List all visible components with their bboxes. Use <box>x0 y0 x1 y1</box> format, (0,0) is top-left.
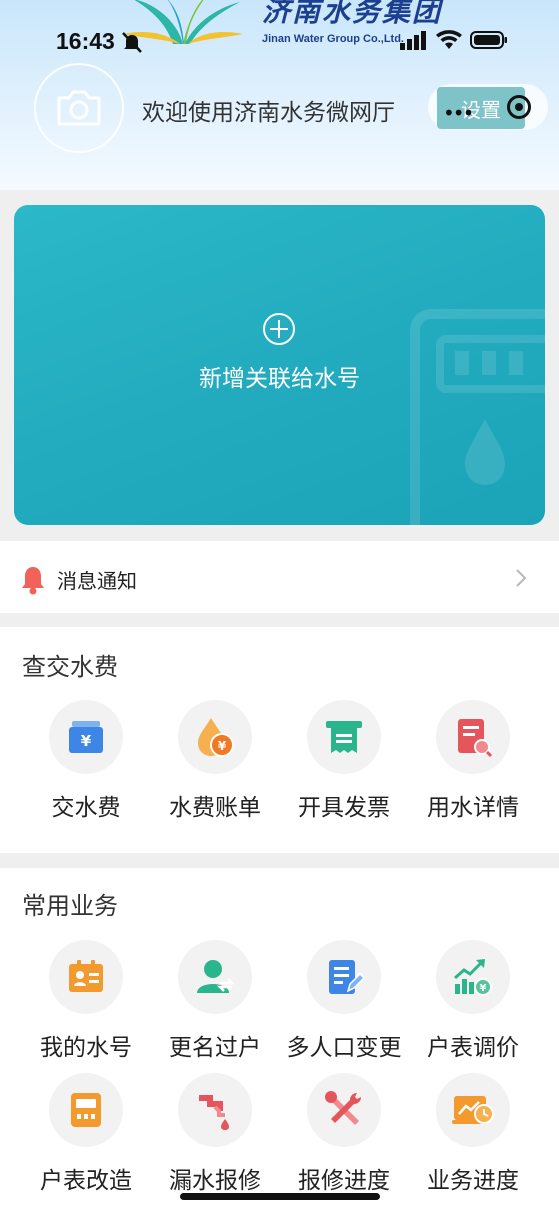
camera-icon <box>57 90 101 126</box>
business-section: 常用业务 我的水号 更名过户 多人口变更 ¥ 户表调价 户表改造 漏水报修 报修… <box>0 868 559 1213</box>
household-change-button[interactable]: 多人口变更 <box>279 940 409 1062</box>
add-circle-icon <box>263 313 295 345</box>
svg-text:¥: ¥ <box>218 739 227 753</box>
icon-background <box>307 700 381 774</box>
id-card-icon <box>69 960 103 992</box>
svg-text:¥: ¥ <box>480 983 487 994</box>
avatar[interactable] <box>34 63 124 153</box>
item-label: 水费账单 <box>169 795 261 821</box>
item-label: 用水详情 <box>427 795 519 821</box>
welcome-text: 欢迎使用济南水务微网厅 <box>142 100 395 126</box>
cellular-signal-icon <box>400 31 426 50</box>
business-progress-button[interactable]: 业务进度 <box>408 1073 538 1195</box>
item-label: 开具发票 <box>298 795 390 821</box>
issue-invoice-button[interactable]: 开具发票 <box>279 700 409 822</box>
add-account-label: 新增关联给水号 <box>199 366 360 392</box>
user-transfer-icon <box>197 960 236 993</box>
icon-background: ¥ <box>178 700 252 774</box>
invoice-icon <box>326 721 362 753</box>
home-indicator[interactable] <box>180 1193 380 1200</box>
item-label: 更名过户 <box>169 1035 261 1061</box>
meter-price-adjust-button[interactable]: ¥ 户表调价 <box>408 940 538 1062</box>
section-title: 常用业务 <box>22 892 118 920</box>
icon-background <box>49 940 123 1014</box>
item-label: 漏水报修 <box>169 1168 261 1194</box>
more-options-icon[interactable]: ••• <box>443 101 474 125</box>
battery-icon <box>470 31 507 49</box>
icon-background <box>49 1073 123 1147</box>
wifi-icon <box>436 30 462 49</box>
bell-icon <box>22 567 44 595</box>
meter-icon <box>71 1093 101 1127</box>
notice-bar[interactable]: 消息通知 <box>0 541 559 613</box>
item-label: 交水费 <box>51 795 121 821</box>
notice-label: 消息通知 <box>57 569 137 593</box>
leaking-pipe-icon <box>199 1095 229 1130</box>
tools-icon <box>325 1091 361 1125</box>
item-label: 户表改造 <box>40 1168 132 1194</box>
section-title: 查交水费 <box>22 653 118 681</box>
item-label: 多人口变更 <box>286 1035 402 1061</box>
icon-background <box>436 700 510 774</box>
item-label: 户表调价 <box>427 1035 519 1061</box>
item-label: 业务进度 <box>427 1168 519 1194</box>
header: 济南水务集团 Jinan Water Group Co.,Ltd. 16:43 <box>0 0 559 190</box>
icon-background <box>178 1073 252 1147</box>
chevron-right-icon <box>516 569 527 587</box>
logo-english-text: Jinan Water Group Co.,Ltd. <box>262 33 404 45</box>
icon-background: ¥ <box>49 700 123 774</box>
fees-section: 查交水费 ¥ 交水费 ¥ 水费账单 开具发票 用水详情 <box>0 627 559 853</box>
document-edit-icon <box>329 960 364 994</box>
water-usage-detail-button[interactable]: 用水详情 <box>408 700 538 822</box>
repair-progress-button[interactable]: 报修进度 <box>279 1073 409 1195</box>
status-time: 16:43 <box>56 28 115 54</box>
logo-chinese-text: 济南水务集团 <box>262 0 443 28</box>
water-bill-button[interactable]: ¥ 水费账单 <box>150 700 280 822</box>
price-chart-icon: ¥ <box>454 959 492 996</box>
icon-background <box>307 1073 381 1147</box>
status-indicators <box>400 30 508 50</box>
icon-background <box>307 940 381 1014</box>
water-meter-watermark-icon <box>410 309 545 525</box>
rename-transfer-button[interactable]: 更名过户 <box>150 940 280 1062</box>
add-account-card[interactable]: 新增关联给水号 <box>14 205 545 525</box>
water-drop-yuan-icon: ¥ <box>198 718 234 757</box>
silent-mode-icon <box>122 32 142 53</box>
progress-clock-icon <box>452 1096 494 1124</box>
item-label: 我的水号 <box>40 1035 132 1061</box>
icon-background <box>436 1073 510 1147</box>
yuan-card-icon: ¥ <box>69 721 103 753</box>
svg-text:¥: ¥ <box>81 732 92 750</box>
icon-background <box>178 940 252 1014</box>
pay-water-fee-button[interactable]: ¥ 交水费 <box>21 700 151 822</box>
leak-repair-button[interactable]: 漏水报修 <box>150 1073 280 1195</box>
document-search-icon <box>458 719 493 758</box>
close-mini-program-icon[interactable] <box>507 95 531 119</box>
icon-background: ¥ <box>436 940 510 1014</box>
my-water-number-button[interactable]: 我的水号 <box>21 940 151 1062</box>
meter-renovation-button[interactable]: 户表改造 <box>21 1073 151 1195</box>
item-label: 报修进度 <box>298 1168 390 1194</box>
